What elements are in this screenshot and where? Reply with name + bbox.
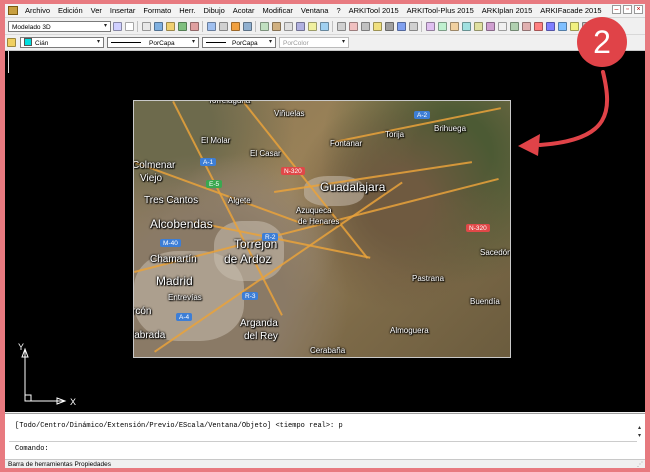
callout-arrow xyxy=(518,70,610,156)
